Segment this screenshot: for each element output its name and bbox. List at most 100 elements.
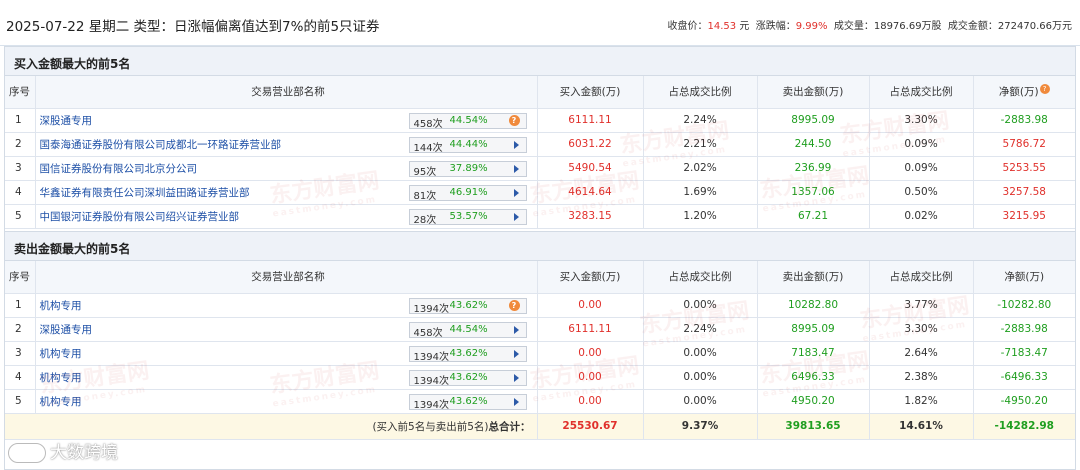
buy-table-body: 1 深股通专用 458次 44.54%? 6111.11 2.24% 8995.09 3.30… xyxy=(5,108,1075,229)
broker-name-link[interactable]: 机构专用 xyxy=(40,372,82,384)
broker-count: 458次 xyxy=(413,327,443,339)
volume-value: 18976.69万股 xyxy=(873,21,942,32)
sell-section-title: 卖出金额最大的前5名 xyxy=(14,242,131,256)
buy-amount: 6111.11 xyxy=(537,108,644,133)
buy-table-header: 序号 交易营业部名称 买入金额(万) 占总成交比例 卖出金额(万) 占总成交比例… xyxy=(5,76,1075,109)
broker-cell: 机构专用 1394次 43.62% xyxy=(35,389,538,414)
sell-amount: 7183.47 xyxy=(757,341,870,366)
row-seq: 5 xyxy=(5,204,36,229)
net-amount: -4950.20 xyxy=(973,389,1075,414)
buy-amount: 3283.15 xyxy=(537,204,644,229)
broker-stats-pill[interactable]: 1394次 43.62%? xyxy=(408,297,527,315)
broker-name-link[interactable]: 机构专用 xyxy=(40,396,82,408)
buy-ratio: 0.00% xyxy=(643,293,758,318)
brand-watermark: 大数跨境 xyxy=(8,438,118,463)
broker-name-link[interactable]: 深股通专用 xyxy=(40,324,93,336)
broker-stats-pill[interactable]: 1394次 43.62% xyxy=(408,369,527,387)
expand-arrow-icon[interactable] xyxy=(506,323,526,337)
change-value: 9.99% xyxy=(795,21,828,32)
expand-arrow-icon[interactable] xyxy=(506,186,526,200)
info-icon[interactable]: ? xyxy=(506,299,526,313)
row-seq: 2 xyxy=(5,132,36,157)
row-seq: 1 xyxy=(5,293,36,318)
broker-rate: 44.44% xyxy=(449,138,488,150)
expand-arrow-icon[interactable] xyxy=(506,162,526,176)
broker-stats-pill[interactable]: 81次 46.91% xyxy=(408,184,527,202)
broker-cell: 国信证券股份有限公司北京分公司 95次 37.89% xyxy=(35,156,538,181)
broker-cell: 机构专用 1394次 43.62%? xyxy=(35,293,538,318)
sell-amount: 10282.80 xyxy=(757,293,870,318)
buy-ratio: 2.02% xyxy=(643,156,758,181)
broker-rate: 37.89% xyxy=(449,162,488,174)
expand-arrow-icon[interactable] xyxy=(506,138,526,152)
broker-stats-pill[interactable]: 1394次 43.62% xyxy=(408,393,527,411)
broker-cell: 中国银河证券股份有限公司绍兴证券营业部 28次 53.57% xyxy=(35,204,538,229)
broker-rate: 46.91% xyxy=(449,186,488,198)
net-amount: 5253.55 xyxy=(973,156,1075,181)
net-amount: -7183.47 xyxy=(973,341,1075,366)
buy-ratio: 0.00% xyxy=(643,365,758,390)
col-buy-ratio: 占总成交比例 xyxy=(643,76,758,109)
broker-rate: 44.54% xyxy=(449,323,488,335)
col-buy: 买入金额(万) xyxy=(537,76,644,109)
col-buy-ratio: 占总成交比例 xyxy=(643,261,758,294)
title-bar: 2025-07-22 星期二 类型：日涨幅偏离值达到7%的前5只证券 收盘价：1… xyxy=(0,0,1080,46)
broker-stats-pill[interactable]: 1394次 43.62% xyxy=(408,345,527,363)
broker-rate: 44.54% xyxy=(449,114,488,126)
sell-ratio: 3.30% xyxy=(869,108,974,133)
buy-amount: 6031.22 xyxy=(537,132,644,157)
sell-ratio: 3.77% xyxy=(869,293,974,318)
broker-stats-pill[interactable]: 458次 44.54%? xyxy=(408,112,527,130)
table-row: 2 深股通专用 458次 44.54% 6111.11 2.24% 8995.09 3.30%… xyxy=(5,317,1075,342)
close-price-unit: 元 xyxy=(739,21,750,32)
table-row: 3 国信证券股份有限公司北京分公司 95次 37.89% 5490.54 2.02% 236… xyxy=(5,156,1075,181)
page-title: 2025-07-22 星期二 类型：日涨幅偏离值达到7%的前5只证券 xyxy=(6,19,380,35)
brand-name: 大数跨境 xyxy=(50,443,118,463)
total-label-prefix: (买入前5名与卖出前5名) xyxy=(372,420,489,433)
col-net: 净额(万)? xyxy=(973,76,1075,109)
expand-arrow-icon[interactable] xyxy=(506,371,526,385)
broker-name-link[interactable]: 国信证券股份有限公司北京分公司 xyxy=(40,163,198,175)
broker-count: 458次 xyxy=(413,118,443,130)
buy-ratio: 2.24% xyxy=(643,317,758,342)
total-sell: 39813.65 xyxy=(757,413,870,440)
sell-ratio: 2.64% xyxy=(869,341,974,366)
broker-count: 1394次 xyxy=(413,303,449,315)
sell-table-header: 序号 交易营业部名称 买入金额(万) 占总成交比例 卖出金额(万) 占总成交比例… xyxy=(5,261,1075,294)
broker-stats-pill[interactable]: 144次 44.44% xyxy=(408,136,527,154)
table-row: 3 机构专用 1394次 43.62% 0.00 0.00% 7183.47 2.64% -71… xyxy=(5,341,1075,366)
broker-name-link[interactable]: 华鑫证券有限责任公司深圳益田路证券营业部 xyxy=(40,187,250,199)
total-sell-ratio: 14.61% xyxy=(869,413,974,440)
buy-amount: 0.00 xyxy=(537,365,644,390)
broker-name-link[interactable]: 中国银河证券股份有限公司绍兴证券营业部 xyxy=(40,211,240,223)
sell-table-body: 1 机构专用 1394次 43.62%? 0.00 0.00% 10282.80 3.77% -… xyxy=(5,293,1075,414)
broker-rate: 43.62% xyxy=(449,299,488,311)
broker-name-link[interactable]: 机构专用 xyxy=(40,300,82,312)
broker-cell: 深股通专用 458次 44.54% xyxy=(35,317,538,342)
amount-label: 成交金额： xyxy=(947,21,998,32)
broker-stats-pill[interactable]: 28次 53.57% xyxy=(408,208,527,226)
broker-stats-pill[interactable]: 95次 37.89% xyxy=(408,160,527,178)
table-row: 2 国泰海通证券股份有限公司成都北一环路证券营业部 144次 44.44% 6031.2… xyxy=(5,132,1075,157)
table-row: 5 机构专用 1394次 43.62% 0.00 0.00% 4950.20 1.82% -49… xyxy=(5,389,1075,414)
expand-arrow-icon[interactable] xyxy=(506,210,526,224)
net-amount: -10282.80 xyxy=(973,293,1075,318)
col-net: 净额(万) xyxy=(973,261,1075,294)
buy-section-title: 买入金额最大的前5名 xyxy=(14,57,131,71)
row-seq: 4 xyxy=(5,365,36,390)
broker-name-link[interactable]: 深股通专用 xyxy=(40,115,93,127)
broker-stats-pill[interactable]: 458次 44.54% xyxy=(408,321,527,339)
info-icon[interactable]: ? xyxy=(506,114,526,128)
help-icon[interactable]: ? xyxy=(1039,84,1050,95)
expand-arrow-icon[interactable] xyxy=(506,347,526,361)
expand-arrow-icon[interactable] xyxy=(506,395,526,409)
broker-name-link[interactable]: 机构专用 xyxy=(40,348,82,360)
buy-amount: 6111.11 xyxy=(537,317,644,342)
broker-name-link[interactable]: 国泰海通证券股份有限公司成都北一环路证券营业部 xyxy=(40,139,282,151)
buy-ratio: 2.21% xyxy=(643,132,758,157)
total-buy-ratio: 9.37% xyxy=(643,413,758,440)
buy-ratio: 0.00% xyxy=(643,341,758,366)
total-label: (买入前5名与卖出前5名)总合计： xyxy=(5,413,538,440)
sell-ratio: 0.09% xyxy=(869,132,974,157)
sell-amount: 1357.06 xyxy=(757,180,870,205)
